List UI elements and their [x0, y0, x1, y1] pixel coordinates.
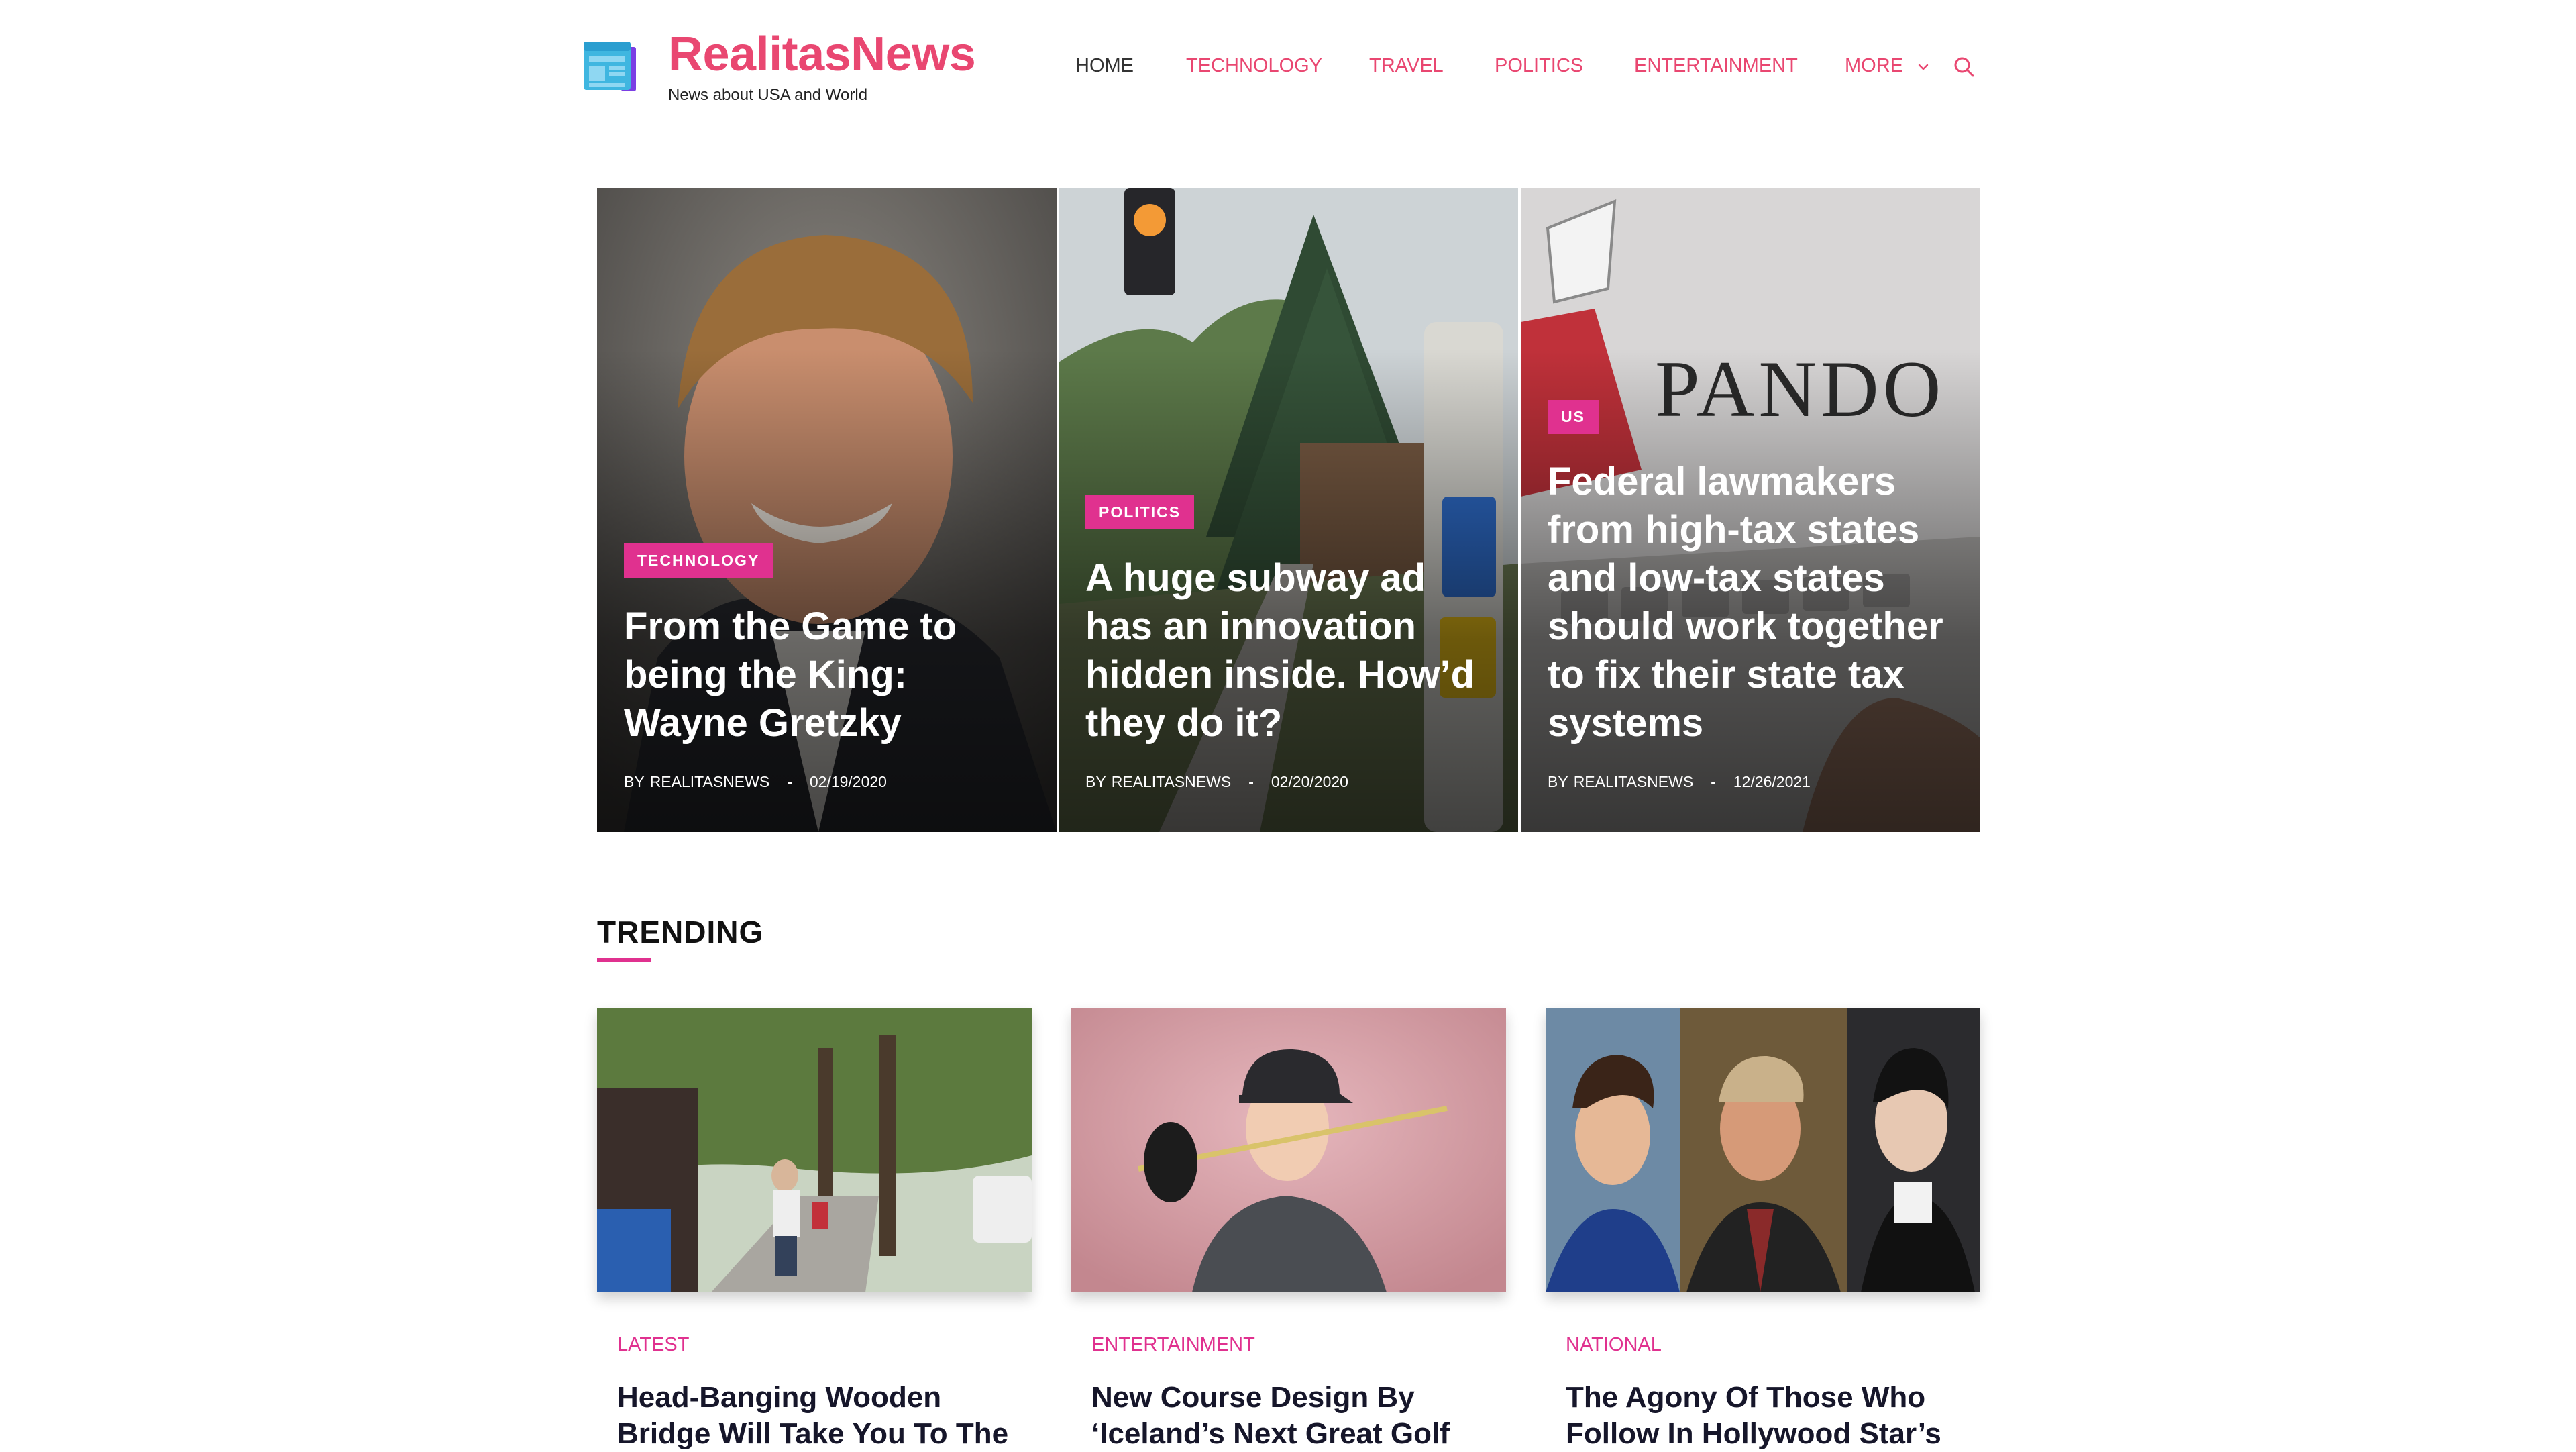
nav-home[interactable]: HOME — [1075, 55, 1134, 77]
nav-entertainment[interactable]: ENTERTAINMENT — [1634, 55, 1798, 77]
meta-separator: - — [1711, 773, 1716, 790]
byline-prefix: BY — [1085, 773, 1106, 790]
section-underline — [597, 958, 651, 962]
hero-card-technology[interactable]: TECHNOLOGY From the Game to being the Ki… — [597, 188, 1057, 832]
hero-card-politics[interactable]: POLITICS A huge subway ad has an innovat… — [1059, 188, 1518, 832]
byline-prefix: BY — [624, 773, 645, 790]
search-icon[interactable] — [1952, 55, 1976, 79]
trending-category[interactable]: NATIONAL — [1566, 1334, 1662, 1356]
trending-title[interactable]: New Course Design By ‘Iceland’s Next Gre… — [1091, 1380, 1494, 1452]
author-link[interactable]: REALITASNEWS — [650, 773, 770, 790]
nav-travel[interactable]: TRAVEL — [1369, 55, 1444, 77]
trending-card-latest[interactable]: LATEST Head-Banging Wooden Bridge Will T… — [597, 1008, 1032, 1452]
author-link[interactable]: REALITASNEWS — [1574, 773, 1694, 790]
trending-card-national[interactable]: NATIONAL The Agony Of Those Who Follow I… — [1546, 1008, 1980, 1452]
author-link[interactable]: REALITASNEWS — [1112, 773, 1232, 790]
trending-image[interactable] — [1071, 1008, 1506, 1292]
nav-technology[interactable]: TECHNOLOGY — [1186, 55, 1322, 77]
hero-meta: BY REALITASNEWS -02/20/2020 — [1085, 773, 1348, 791]
trending-category[interactable]: ENTERTAINMENT — [1091, 1334, 1255, 1356]
site-tagline: News about USA and World — [668, 86, 868, 104]
chevron-down-icon[interactable] — [1915, 59, 1931, 75]
category-badge[interactable]: TECHNOLOGY — [624, 543, 773, 578]
meta-separator: - — [787, 773, 792, 790]
hero-meta: BY REALITASNEWS -12/26/2021 — [1548, 773, 1811, 791]
meta-separator: - — [1248, 773, 1254, 790]
nav-politics[interactable]: POLITICS — [1495, 55, 1583, 77]
trending-title[interactable]: The Agony Of Those Who Follow In Hollywo… — [1566, 1380, 1968, 1452]
hero-title[interactable]: A huge subway ad has an innovation hidde… — [1085, 554, 1491, 747]
post-date: 12/26/2021 — [1733, 773, 1811, 790]
main-nav: HOME TECHNOLOGY TRAVEL POLITICS ENTERTAI… — [0, 55, 2576, 82]
byline-prefix: BY — [1548, 773, 1568, 790]
trending-card-entertainment[interactable]: ENTERTAINMENT New Course Design By ‘Icel… — [1071, 1008, 1506, 1452]
section-title-trending: TRENDING — [597, 915, 764, 949]
hero-title[interactable]: From the Game to being the King: Wayne G… — [624, 603, 1030, 747]
post-date: 02/20/2020 — [1271, 773, 1348, 790]
hero-meta: BY REALITASNEWS -02/19/2020 — [624, 773, 887, 791]
category-badge[interactable]: US — [1548, 400, 1599, 434]
hero-title[interactable]: Federal lawmakers from high-tax states a… — [1548, 458, 1953, 747]
nav-more[interactable]: MORE — [1845, 55, 1903, 77]
trending-image[interactable] — [597, 1008, 1032, 1292]
trending-category[interactable]: LATEST — [617, 1334, 689, 1356]
trending-image[interactable] — [1546, 1008, 1980, 1292]
trending-title[interactable]: Head-Banging Wooden Bridge Will Take You… — [617, 1380, 1020, 1452]
hero-grid: TECHNOLOGY From the Game to being the Ki… — [597, 188, 1980, 832]
category-badge[interactable]: POLITICS — [1085, 495, 1195, 529]
hero-card-us[interactable]: PANDO US Federal lawmakers from high-tax… — [1521, 188, 1980, 832]
site-header: RealitasNews News about USA and World HO… — [0, 0, 2576, 134]
post-date: 02/19/2020 — [809, 773, 887, 790]
